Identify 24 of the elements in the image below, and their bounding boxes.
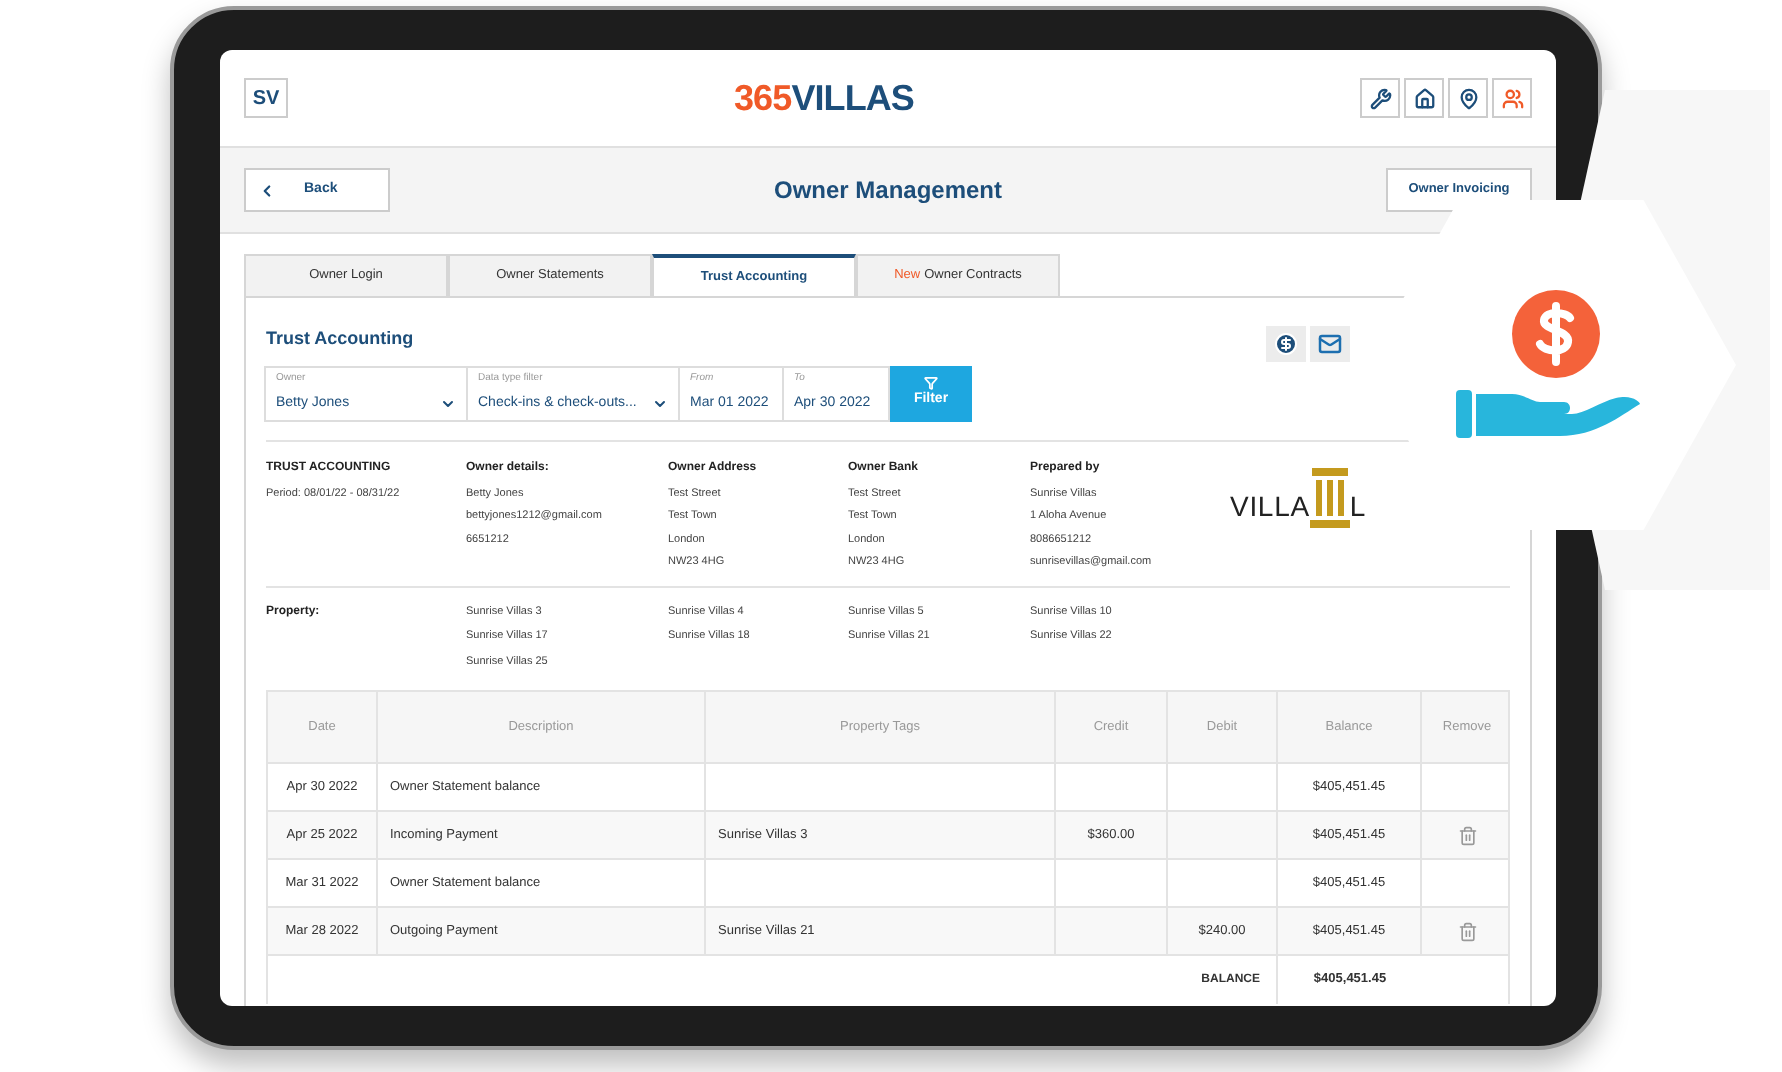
email-button[interactable] xyxy=(1310,326,1350,362)
trash-icon[interactable] xyxy=(1457,825,1477,845)
dollar-icon xyxy=(1274,332,1298,356)
chevron-down-icon xyxy=(652,395,668,412)
map-pin-icon xyxy=(1457,87,1479,109)
company-logo-text: L xyxy=(1349,488,1366,526)
home-icon xyxy=(1413,87,1435,109)
trash-icon[interactable] xyxy=(1457,921,1477,941)
page-title: Owner Management xyxy=(773,174,1003,208)
users-icon xyxy=(1501,87,1523,109)
user-initials-button[interactable]: SV xyxy=(244,78,288,118)
chevron-down-icon xyxy=(440,395,456,412)
building-icon xyxy=(1309,468,1350,528)
home-button[interactable] xyxy=(1404,78,1444,118)
filter-icon xyxy=(924,376,938,391)
mail-icon xyxy=(1318,332,1342,356)
wrench-icon xyxy=(1369,87,1391,109)
brand-logo: 365VILLAS xyxy=(734,75,914,121)
section-title: Trust Accounting xyxy=(266,326,414,352)
location-button[interactable] xyxy=(1448,78,1488,118)
dollar-button[interactable] xyxy=(1266,326,1306,362)
company-logo-text: VILLA xyxy=(1230,488,1310,526)
tools-button[interactable] xyxy=(1360,78,1400,118)
chevron-left-icon xyxy=(258,181,276,199)
